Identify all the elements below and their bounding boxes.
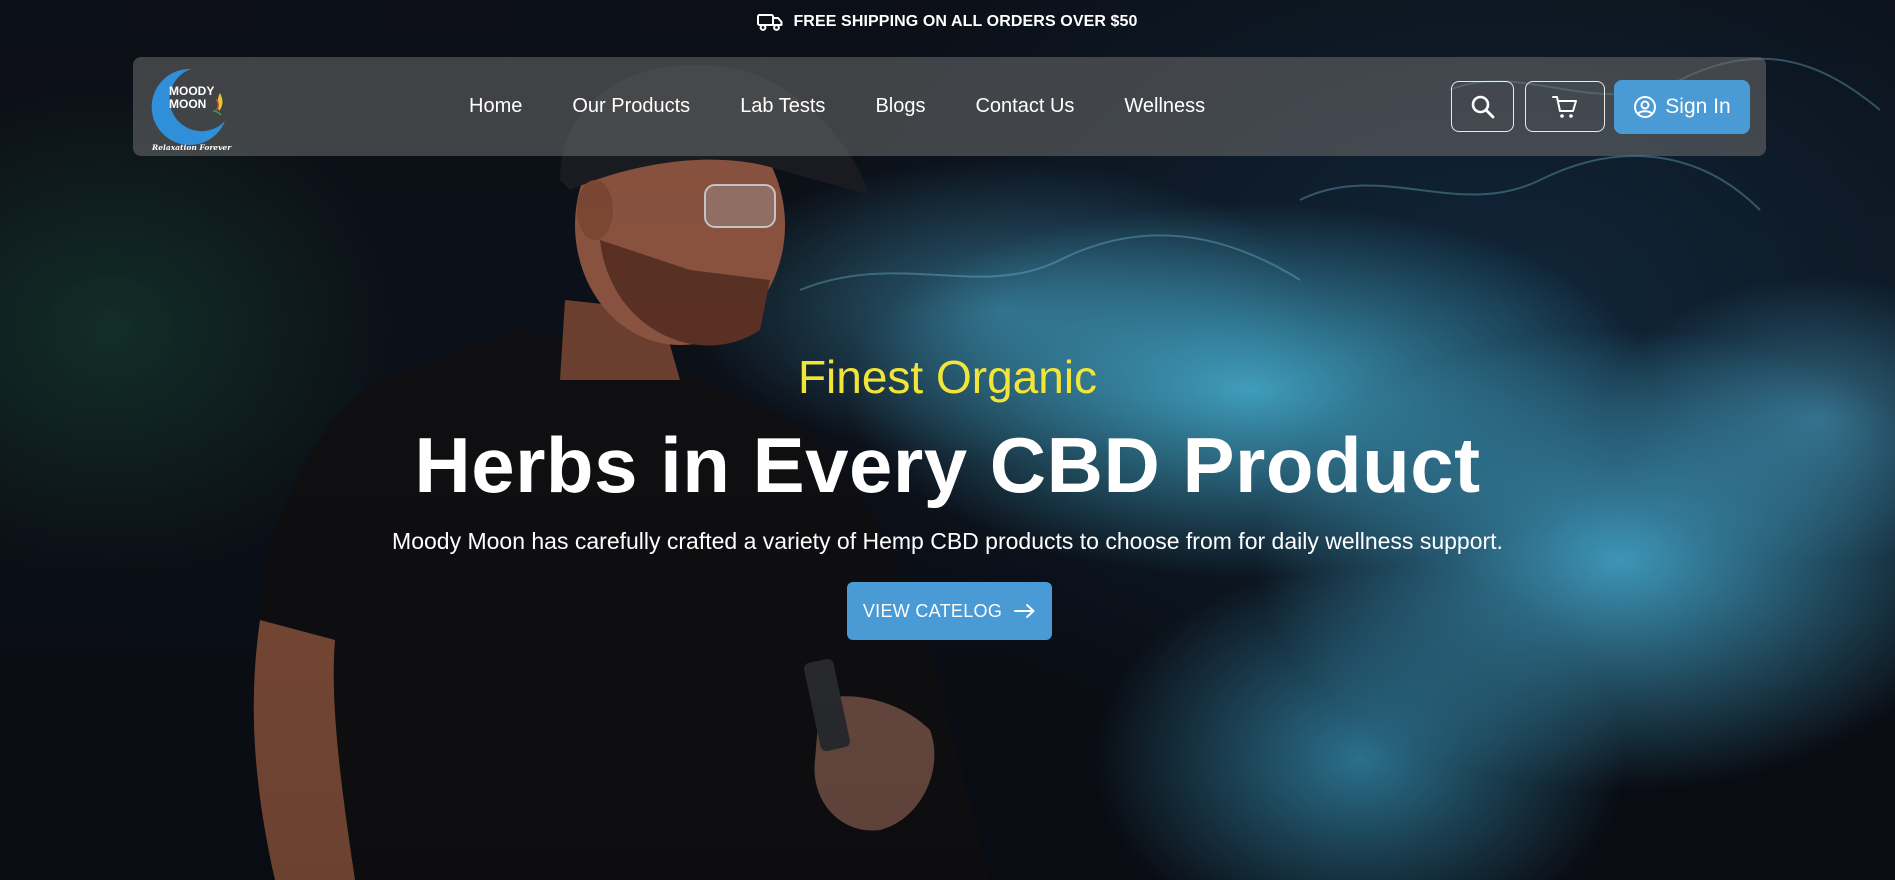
hero-eyebrow: Finest Organic bbox=[797, 351, 1098, 403]
nav-links: Home Our Products Lab Tests Blogs Contac… bbox=[469, 57, 1205, 156]
nav-link-our-products[interactable]: Our Products bbox=[572, 95, 690, 118]
search-icon bbox=[1471, 95, 1494, 118]
cart-button[interactable] bbox=[1525, 81, 1605, 132]
nav-link-wellness[interactable]: Wellness bbox=[1124, 95, 1205, 118]
announcement-text: FREE SHIPPING ON ALL ORDERS OVER $50 bbox=[793, 13, 1138, 30]
search-button[interactable] bbox=[1451, 81, 1514, 132]
nav-link-lab-tests[interactable]: Lab Tests bbox=[740, 95, 825, 118]
announcement-bar: FREE SHIPPING ON ALL ORDERS OVER $50 bbox=[0, 0, 1895, 44]
sign-in-label: Sign In bbox=[1665, 95, 1731, 118]
main-navbar: MOODY MOON Relaxation Forever Home Our P… bbox=[133, 57, 1766, 156]
sign-in-button[interactable]: Sign In bbox=[1614, 80, 1750, 134]
logo-wordmark: MOODY MOON bbox=[169, 85, 214, 111]
nav-link-home[interactable]: Home bbox=[469, 95, 522, 118]
truck-icon bbox=[757, 13, 783, 31]
view-catalog-button[interactable]: VIEW CATELOG bbox=[847, 582, 1052, 640]
nav-link-blogs[interactable]: Blogs bbox=[875, 95, 925, 118]
cart-icon bbox=[1552, 95, 1577, 118]
nav-link-contact-us[interactable]: Contact Us bbox=[975, 95, 1074, 118]
page: FREE SHIPPING ON ALL ORDERS OVER $50 MOO… bbox=[0, 0, 1895, 880]
logo-line2: MOON bbox=[169, 97, 207, 111]
hero-headline: Herbs in Every CBD Product bbox=[414, 421, 1481, 509]
arrow-right-icon bbox=[1014, 604, 1035, 618]
view-catalog-label: VIEW CATELOG bbox=[862, 600, 1003, 621]
hero-description: Moody Moon has carefully crafted a varie… bbox=[392, 528, 1503, 554]
user-circle-icon bbox=[1634, 96, 1657, 118]
logo-tagline: Relaxation Forever bbox=[152, 143, 232, 152]
brand-logo[interactable]: MOODY MOON Relaxation Forever bbox=[147, 63, 233, 152]
